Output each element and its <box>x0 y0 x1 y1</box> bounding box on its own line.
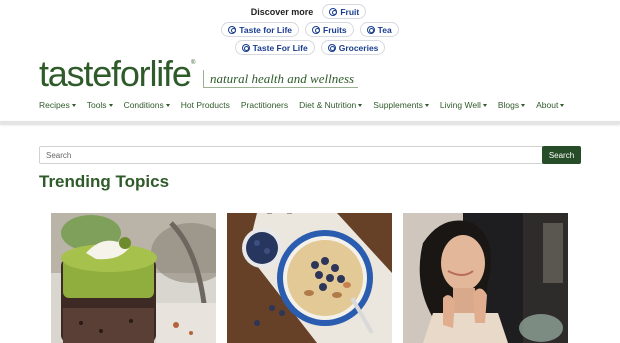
discover-chip-groceries[interactable]: Groceries <box>320 40 386 55</box>
discover-chip-taste-for-life-2[interactable]: Taste For Life <box>234 40 315 55</box>
site-logo[interactable]: tasteforlife <box>39 56 192 92</box>
search-icon <box>228 25 237 34</box>
search-icon <box>366 25 375 34</box>
caret-down-icon <box>424 103 429 107</box>
nav-item-recipes[interactable]: Recipes <box>39 100 76 110</box>
caret-down-icon <box>165 103 170 107</box>
trending-card-3[interactable] <box>403 213 568 343</box>
main-nav: Recipes Tools Conditions Hot Products Pr… <box>39 98 575 112</box>
chip-label: Tea <box>377 24 392 35</box>
chip-label: Taste For Life <box>252 42 308 53</box>
caret-down-icon <box>560 103 565 107</box>
oatmeal-bowl-photo <box>227 213 392 343</box>
discover-row-2: Taste for Life Fruits Tea <box>0 21 620 38</box>
trending-card-1[interactable] <box>51 213 216 343</box>
caret-down-icon <box>482 103 487 107</box>
discover-chip-taste-for-life[interactable]: Taste for Life <box>221 22 300 37</box>
nav-item-tools[interactable]: Tools <box>87 100 113 110</box>
search-icon <box>241 43 250 52</box>
chip-label: Groceries <box>338 42 379 53</box>
chip-label: Fruit <box>340 6 360 17</box>
nav-item-about[interactable]: About <box>536 100 565 110</box>
search-button[interactable]: Search <box>542 146 581 164</box>
search-icon <box>329 7 338 16</box>
nav-item-diet-nutrition[interactable]: Diet & Nutrition <box>299 100 363 110</box>
chip-label: Fruits <box>323 24 347 35</box>
site-tagline: natural health and wellness <box>203 70 358 88</box>
discover-more-bar: Discover more Fruit Taste for Life Fruit… <box>0 3 620 57</box>
nav-label: Blogs <box>497 100 520 110</box>
nav-label: Diet & Nutrition <box>299 100 357 110</box>
trending-topics-heading: Trending Topics <box>39 172 170 191</box>
nav-label: Conditions <box>123 100 164 110</box>
registered-mark: ® <box>191 60 196 66</box>
caret-down-icon <box>71 103 76 107</box>
discover-row-1: Discover more Fruit <box>0 3 620 20</box>
nav-label: Recipes <box>39 100 70 110</box>
nav-item-conditions[interactable]: Conditions <box>124 100 170 110</box>
discover-more-label: Discover more <box>250 6 314 17</box>
nav-label: Supplements <box>373 100 423 110</box>
caret-down-icon <box>358 103 363 107</box>
nav-item-supplements[interactable]: Supplements <box>373 100 429 110</box>
nav-label: About <box>536 100 559 110</box>
search-icon <box>327 43 336 52</box>
trending-card-2[interactable] <box>227 213 392 343</box>
nav-item-blogs[interactable]: Blogs <box>497 100 526 110</box>
discover-chip-fruits[interactable]: Fruits <box>305 22 354 37</box>
nav-item-hot-products[interactable]: Hot Products <box>181 100 230 110</box>
discover-chip-fruit[interactable]: Fruit <box>322 4 367 19</box>
matcha-pudding-photo <box>51 213 216 343</box>
nav-item-living-well[interactable]: Living Well <box>440 100 487 110</box>
nav-label: Tools <box>86 100 107 110</box>
skincare-woman-photo <box>403 213 568 343</box>
search-icon <box>312 25 321 34</box>
nav-item-practitioners[interactable]: Practitioners <box>241 100 288 110</box>
nav-label: Living Well <box>439 100 481 110</box>
header-divider <box>0 121 620 124</box>
search-input[interactable] <box>39 146 543 164</box>
discover-chip-tea[interactable]: Tea <box>359 22 399 37</box>
caret-down-icon <box>108 103 113 107</box>
nav-label: Hot Products <box>180 100 230 110</box>
caret-down-icon <box>521 103 526 107</box>
chip-label: Taste for Life <box>239 24 293 35</box>
nav-label: Practitioners <box>240 100 289 110</box>
